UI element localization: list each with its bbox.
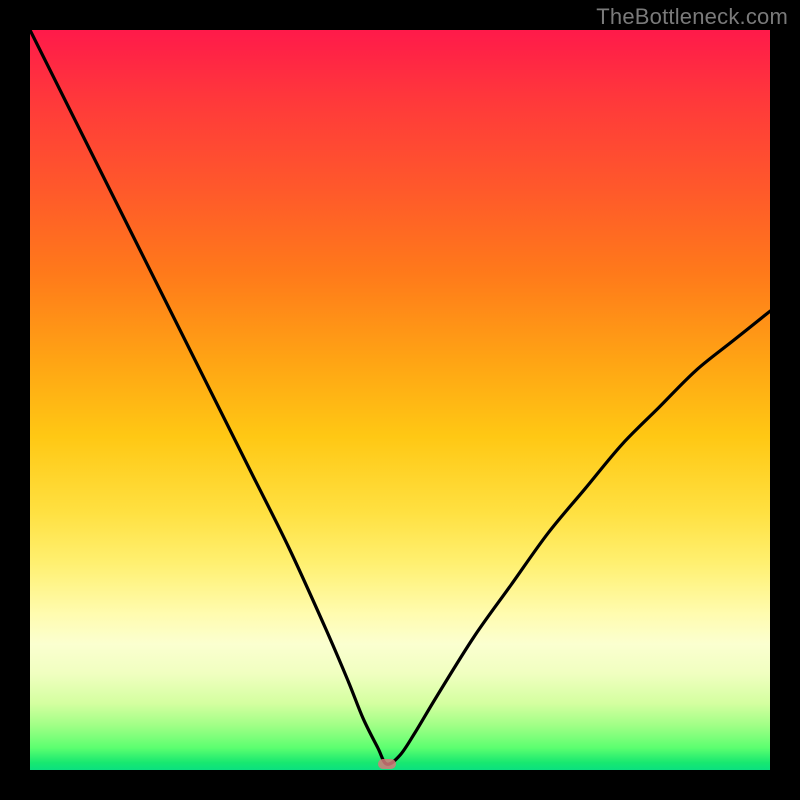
bottleneck-curve <box>30 30 770 770</box>
optimal-point-marker <box>378 759 396 769</box>
chart-frame: TheBottleneck.com <box>0 0 800 800</box>
plot-area <box>30 30 770 770</box>
watermark-text: TheBottleneck.com <box>596 4 788 30</box>
